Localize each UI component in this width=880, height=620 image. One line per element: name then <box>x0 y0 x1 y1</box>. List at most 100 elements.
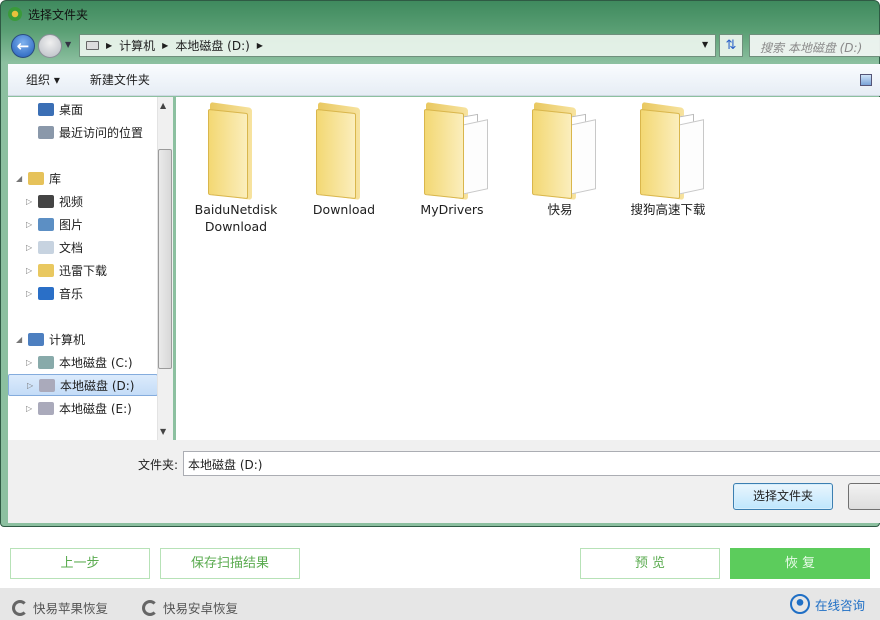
expand-arrow-icon[interactable]: ▷ <box>26 197 32 206</box>
folder-icon <box>306 102 382 200</box>
scroll-down-icon[interactable]: ▼ <box>160 427 166 436</box>
nav-item[interactable]: ▷ 迅雷下载 <box>8 259 158 281</box>
breadcrumb-computer[interactable]: 计算机 <box>119 37 155 54</box>
computer-icon <box>28 332 44 346</box>
apple-recovery-link[interactable]: 快易苹果恢复 <box>12 598 108 617</box>
back-button[interactable]: ← <box>11 34 35 58</box>
app-icon <box>8 7 22 21</box>
user-icon <box>790 594 810 614</box>
pictures-icon <box>38 217 54 231</box>
breadcrumb-drive-d[interactable]: 本地磁盘 (D:) <box>175 37 249 54</box>
navigation-pane: 桌面 最近访问的位置 ◢ 库 ▷ 视频 ▷ 图片 ▷ 文档 ▷ 迅雷下载 ▷ 音乐 ◢ 计算机 ▷ 本地磁盘 (C… <box>8 97 158 440</box>
cancel-button[interactable] <box>848 483 880 510</box>
recent-places-icon <box>38 125 54 139</box>
folder-label: 文件夹: <box>138 458 179 472</box>
previous-step-button[interactable]: 上一步 <box>10 548 150 579</box>
online-consult-link[interactable]: 在线咨询 <box>790 594 865 614</box>
folder-item[interactable]: 快易 <box>508 102 612 218</box>
nav-item[interactable]: ▷ 本地磁盘 (D:) <box>8 374 158 396</box>
recovery-icon <box>12 599 28 616</box>
nav-item[interactable]: 最近访问的位置 <box>8 121 158 143</box>
nav-item-label: 计算机 <box>49 332 86 347</box>
restore-button[interactable]: 恢 复 <box>730 548 870 579</box>
nav-item-label: 桌面 <box>59 102 84 117</box>
video-icon <box>38 194 54 208</box>
preview-pane-icon[interactable] <box>860 74 872 86</box>
nav-item-label: 本地磁盘 (C:) <box>59 355 133 370</box>
folder-item[interactable]: BaiduNetdiskDownload <box>184 102 288 235</box>
apple-recovery-label: 快易苹果恢复 <box>33 601 109 616</box>
folder-item[interactable]: 搜狗高速下载 <box>616 102 720 218</box>
folder-name: BaiduNetdiskDownload <box>194 202 278 234</box>
nav-item[interactable]: ▷ 图片 <box>8 213 158 235</box>
nav-item-label: 图片 <box>59 217 84 232</box>
chevron-right-icon[interactable]: ▶ <box>106 41 112 50</box>
expand-arrow-icon[interactable]: ▷ <box>26 289 32 298</box>
nav-item-label: 视频 <box>59 194 84 209</box>
scroll-up-icon[interactable]: ▲ <box>160 101 166 110</box>
nav-item-label: 本地磁盘 (E:) <box>59 401 132 416</box>
nav-item-label: 最近访问的位置 <box>59 125 144 140</box>
nav-item-label: 文档 <box>59 240 84 255</box>
dialog-title: 选择文件夹 <box>28 8 89 22</box>
folder-name: Download <box>312 202 376 217</box>
select-folder-button[interactable]: 选择文件夹 <box>733 483 833 510</box>
nav-item[interactable]: ▷ 本地磁盘 (C:) <box>8 351 158 373</box>
address-bar[interactable]: ▶ 计算机 ▶ 本地磁盘 (D:) ▶ <box>79 34 716 57</box>
expand-arrow-icon[interactable]: ▷ <box>26 243 32 252</box>
android-recovery-link[interactable]: 快易安卓恢复 <box>142 598 238 617</box>
forward-button[interactable] <box>38 34 62 58</box>
folder-icon <box>38 263 54 277</box>
folder-icon <box>630 102 706 200</box>
expand-arrow-icon[interactable]: ▷ <box>27 381 33 390</box>
save-scan-results-button[interactable]: 保存扫描结果 <box>160 548 300 579</box>
refresh-button[interactable]: ⇅ <box>719 34 743 57</box>
address-dropdown-icon[interactable]: ▼ <box>702 40 708 49</box>
preview-button[interactable]: 预 览 <box>580 548 720 579</box>
folder-item[interactable]: Download <box>292 102 396 218</box>
expanded-arrow-icon[interactable]: ◢ <box>16 335 22 344</box>
online-consult-label: 在线咨询 <box>815 597 866 613</box>
expand-arrow-icon[interactable]: ▷ <box>26 220 32 229</box>
desktop-icon <box>38 102 54 116</box>
nav-item[interactable]: ◢ 库 <box>8 167 158 189</box>
recovery-icon <box>142 599 158 616</box>
music-icon <box>38 286 54 300</box>
folder-input[interactable]: 本地磁盘 (D:) <box>183 451 880 476</box>
nav-item[interactable]: ▷ 音乐 <box>8 282 158 304</box>
expand-arrow-icon[interactable]: ▷ <box>26 266 32 275</box>
history-dropdown-icon[interactable]: ▼ <box>65 40 71 49</box>
toolbar: 组织 ▾ 新建文件夹 <box>8 64 880 96</box>
drive-icon <box>86 41 99 50</box>
folder-item[interactable]: MyDrivers <box>400 102 504 218</box>
expand-arrow-icon[interactable]: ▷ <box>26 358 32 367</box>
documents-icon <box>38 240 54 254</box>
new-folder-button[interactable]: 新建文件夹 <box>90 71 150 88</box>
android-recovery-label: 快易安卓恢复 <box>163 601 239 616</box>
library-icon <box>28 171 44 185</box>
footer <box>0 588 880 620</box>
nav-item-label: 迅雷下载 <box>59 263 108 278</box>
drive-icon <box>38 401 54 415</box>
expanded-arrow-icon[interactable]: ◢ <box>16 174 22 183</box>
search-input[interactable]: 搜索 本地磁盘 (D:) <box>749 34 880 57</box>
nav-item[interactable]: ◢ 计算机 <box>8 328 158 350</box>
nav-scrollbar-thumb[interactable] <box>158 149 172 369</box>
nav-item[interactable]: ▷ 本地磁盘 (E:) <box>8 397 158 419</box>
folder-icon <box>198 102 274 200</box>
nav-item[interactable]: 桌面 <box>8 98 158 120</box>
system-drive-icon <box>38 355 54 369</box>
folder-name: 搜狗高速下载 <box>630 202 706 217</box>
folder-view: BaiduNetdiskDownload Download MyDrivers 快易 搜… <box>176 97 880 440</box>
nav-item[interactable]: ▷ 视频 <box>8 190 158 212</box>
nav-item-label: 库 <box>49 171 62 186</box>
organize-menu[interactable]: 组织 ▾ <box>26 71 60 88</box>
chevron-right-icon[interactable]: ▶ <box>162 41 168 50</box>
folder-icon <box>522 102 598 200</box>
chevron-right-icon[interactable]: ▶ <box>257 41 263 50</box>
nav-item-label: 音乐 <box>59 286 84 301</box>
folder-name: MyDrivers <box>420 202 484 217</box>
nav-item[interactable]: ▷ 文档 <box>8 236 158 258</box>
folder-icon <box>414 102 490 200</box>
expand-arrow-icon[interactable]: ▷ <box>26 404 32 413</box>
